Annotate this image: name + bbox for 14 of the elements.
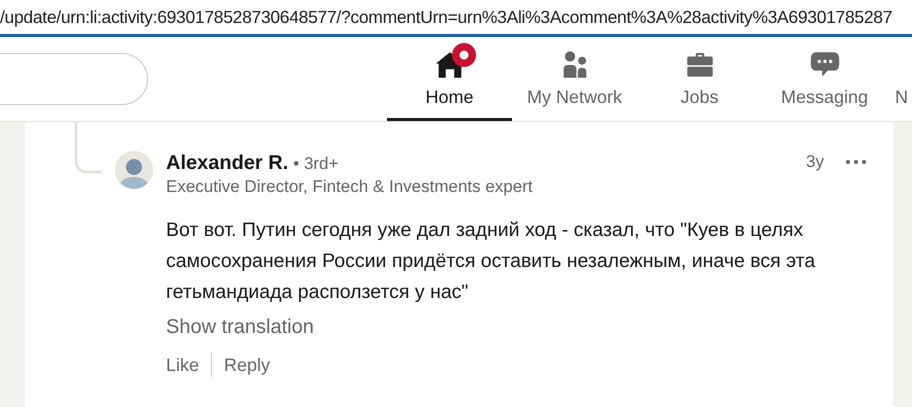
nav-tab[interactable]: Jobs bbox=[637, 37, 762, 121]
comment-time: 3y bbox=[806, 152, 824, 172]
show-translation-link[interactable]: Show translation bbox=[166, 316, 314, 339]
action-link[interactable]: Reply bbox=[224, 354, 270, 376]
author-name[interactable]: Alexander R. bbox=[166, 152, 288, 175]
action-link[interactable]: Like bbox=[166, 354, 200, 376]
nav-tab[interactable]: My Network bbox=[512, 37, 637, 121]
more-options-icon[interactable] bbox=[846, 160, 866, 164]
comment-text: Вот вот. Путин сегодня уже дал задний ход - сказал, что "Куев в целях самосохранения России придётся оставить незалежным, иначе вся эта гетьмандиада расползется у нас" bbox=[166, 218, 816, 305]
nav-tab[interactable]: N bbox=[887, 37, 912, 121]
search-field[interactable] bbox=[0, 53, 148, 105]
nav-tab[interactable]: Messaging bbox=[762, 37, 887, 121]
author-headline: Executive Director, Fintech & Investments expert bbox=[166, 177, 534, 197]
connection-degree: • 3rd+ bbox=[293, 154, 338, 174]
